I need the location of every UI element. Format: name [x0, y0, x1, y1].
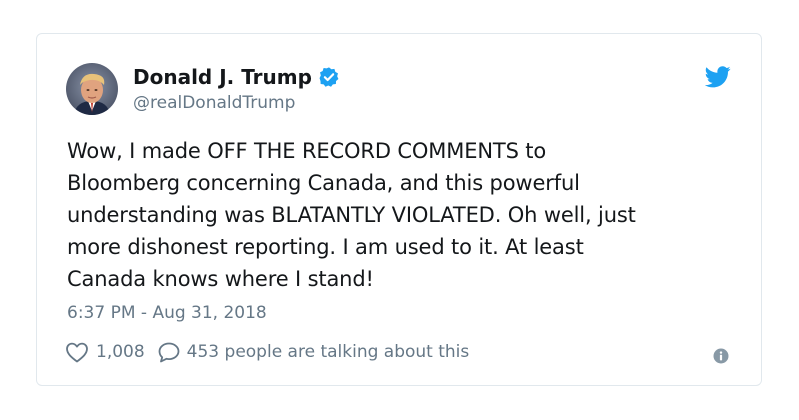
tweet-actions: 1,008 453 people are talking about this	[65, 341, 469, 363]
tweet-text-line: understanding was BLATANTLY VIOLATED. Oh…	[67, 203, 636, 227]
avatar[interactable]	[66, 63, 118, 115]
tweet-text-line: more dishonest reporting. I am used to i…	[67, 235, 584, 259]
tweet-card: Donald J. Trump @realDonaldTrump Wow, I …	[36, 33, 762, 386]
tweet-text-line: Bloomberg concerning Canada, and this po…	[67, 171, 580, 195]
tweet-timestamp[interactable]: 6:37 PM - Aug 31, 2018	[67, 303, 267, 323]
tweet-text: Wow, I made OFF THE RECORD COMMENTS to B…	[67, 135, 737, 295]
heart-icon	[66, 342, 88, 363]
author-name[interactable]: Donald J. Trump	[133, 65, 340, 89]
avatar-image	[66, 63, 118, 115]
verified-badge-icon	[319, 67, 339, 87]
twitter-bird-icon[interactable]	[705, 66, 731, 88]
conversation-count: 453 people are talking about this	[186, 342, 470, 362]
author-handle[interactable]: @realDonaldTrump	[133, 93, 295, 113]
tweet-text-line: Wow, I made OFF THE RECORD COMMENTS to	[67, 139, 547, 163]
like-button[interactable]: 1,008	[65, 341, 145, 363]
like-count: 1,008	[96, 342, 145, 362]
info-icon[interactable]	[713, 348, 729, 364]
tweet-text-line: Canada knows where I stand!	[67, 267, 374, 291]
speech-bubble-icon	[158, 342, 180, 363]
author-name-text: Donald J. Trump	[133, 65, 312, 89]
conversation-link[interactable]: 453 people are talking about this	[157, 341, 470, 363]
